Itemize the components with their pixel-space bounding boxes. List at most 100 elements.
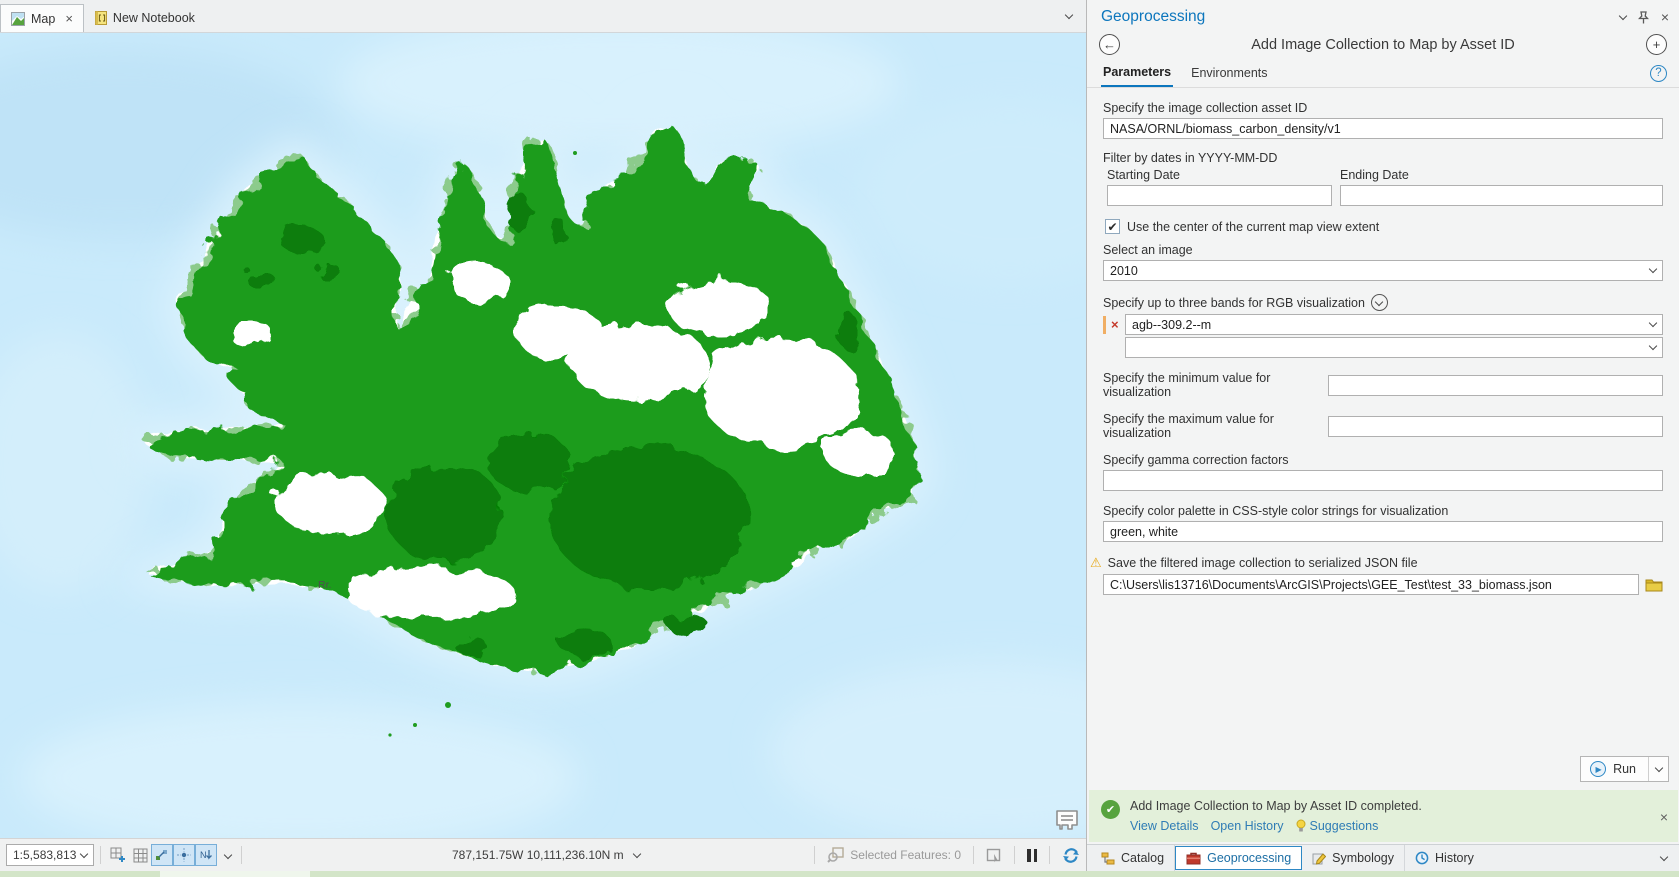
- history-label: History: [1435, 851, 1474, 865]
- palette-input[interactable]: green, white: [1103, 521, 1663, 542]
- tab-symbology[interactable]: Symbology: [1302, 845, 1406, 871]
- catalog-icon: [1101, 852, 1115, 864]
- view-tabbar: Map × New Notebook: [0, 0, 1086, 33]
- gamma-input[interactable]: [1103, 470, 1663, 491]
- scale-select[interactable]: 1:5,583,813: [6, 844, 94, 866]
- tab-environments[interactable]: Environments: [1189, 64, 1269, 86]
- play-icon: ▶: [1590, 761, 1607, 778]
- symbology-icon: [1312, 852, 1327, 865]
- panel-menu-chevron-icon[interactable]: [1618, 11, 1628, 20]
- json-path-input[interactable]: C:\Users\lis13716\Documents\ArcGIS\Proje…: [1103, 574, 1639, 595]
- back-arrow-icon[interactable]: ←: [1099, 34, 1120, 55]
- pin-icon[interactable]: [1637, 10, 1649, 24]
- tab-geoprocessing[interactable]: Geoprocessing: [1175, 846, 1303, 870]
- ending-date-label: Ending Date: [1340, 168, 1409, 182]
- map-statusbar: 1:5,583,813 N 787,151.75W 10,111,236.10N…: [0, 838, 1086, 871]
- tab-map[interactable]: Map ×: [0, 4, 84, 32]
- max-value-label: Specify the maximum value for visualizat…: [1103, 412, 1274, 440]
- tabbar-overflow-chevron-icon[interactable]: [1064, 10, 1074, 19]
- starting-date-input[interactable]: [1107, 185, 1332, 206]
- dropdown-chevron-icon: [1648, 318, 1658, 328]
- map-place-label: Rr.: [318, 579, 332, 591]
- band-row-2: [1103, 337, 1663, 358]
- bottom-tabs-chevron-icon[interactable]: [1659, 852, 1669, 861]
- grid-icon[interactable]: [129, 844, 151, 866]
- panel-title: Geoprocessing: [1101, 8, 1206, 25]
- panel-close-icon[interactable]: ×: [1661, 9, 1669, 25]
- message-close-icon[interactable]: ×: [1660, 809, 1668, 825]
- snapping-chevron-icon[interactable]: [223, 850, 233, 860]
- bands-label: Specify up to three bands for RGB visual…: [1103, 295, 1365, 310]
- taskbar-edge-strip: [0, 871, 1679, 877]
- asset-id-input[interactable]: NASA/ORNL/biomass_carbon_density/v1: [1103, 118, 1663, 139]
- select-image-label: Select an image: [1103, 243, 1193, 257]
- open-history-link[interactable]: Open History: [1211, 817, 1284, 836]
- tab-catalog[interactable]: Catalog: [1091, 845, 1176, 871]
- view-details-link[interactable]: View Details: [1130, 817, 1199, 836]
- warning-icon: ⚠: [1090, 555, 1102, 570]
- map-extent-checkbox[interactable]: ✔: [1105, 219, 1120, 234]
- divider: [1014, 846, 1015, 864]
- add-tool-icon[interactable]: +: [1646, 34, 1667, 55]
- map-canvas[interactable]: Rr.: [0, 33, 1086, 838]
- starting-date-label: Starting Date: [1107, 168, 1180, 182]
- divider: [814, 846, 816, 864]
- json-label: Save the filtered image collection to se…: [1107, 556, 1418, 570]
- tab-history[interactable]: History: [1405, 845, 1484, 871]
- min-value-input[interactable]: [1328, 374, 1663, 396]
- catalog-label: Catalog: [1121, 851, 1165, 865]
- pause-drawing-icon[interactable]: [1027, 848, 1037, 862]
- select-magnifier-icon: [827, 847, 844, 863]
- browse-folder-icon[interactable]: [1645, 577, 1663, 592]
- snapping-icon-3[interactable]: N: [195, 844, 217, 866]
- palette-label: Specify color palette in CSS-style color…: [1103, 504, 1449, 518]
- panel-header: Geoprocessing ×: [1087, 0, 1679, 30]
- band-1-dropdown[interactable]: agb--309.2--m: [1125, 314, 1663, 335]
- svg-text:N: N: [200, 850, 207, 860]
- band-2-dropdown[interactable]: [1125, 337, 1663, 358]
- coordinate-readout[interactable]: 787,151.75W 10,111,236.10N m: [452, 848, 641, 862]
- select-image-dropdown[interactable]: 2010: [1103, 260, 1663, 281]
- palette-value: green, white: [1110, 524, 1179, 539]
- divider: [241, 846, 242, 864]
- tab-parameters[interactable]: Parameters: [1101, 63, 1174, 87]
- band-drag-handle[interactable]: [1103, 315, 1106, 334]
- geoprocessing-toolbox-icon: [1186, 852, 1201, 864]
- dropdown-chevron-icon: [1648, 264, 1658, 274]
- map-tab-label: Map: [31, 11, 56, 26]
- run-options-chevron[interactable]: [1648, 757, 1668, 782]
- symbology-label: Symbology: [1332, 851, 1395, 865]
- tool-header: ← Add Image Collection to Map by Asset I…: [1087, 30, 1679, 57]
- snapping-icon-1[interactable]: [151, 844, 173, 866]
- remove-band-icon[interactable]: ×: [1111, 317, 1125, 332]
- max-value-input[interactable]: [1328, 415, 1663, 437]
- add-grid-icon[interactable]: [107, 844, 129, 866]
- help-icon[interactable]: ?: [1650, 64, 1667, 82]
- panel-bottom-tabs: Catalog Geoprocessing Symbology History: [1087, 844, 1679, 871]
- selection-box-icon[interactable]: [986, 848, 1002, 863]
- map-extent-label: Use the center of the current map view e…: [1127, 219, 1380, 234]
- tab-new-notebook[interactable]: New Notebook: [84, 4, 205, 32]
- coordinates-value: 787,151.75W 10,111,236.10N m: [452, 848, 624, 862]
- iceland-biomass-map: [0, 33, 1086, 838]
- suggestions-link[interactable]: Suggestions: [1296, 817, 1378, 836]
- run-button[interactable]: ▶ Run: [1581, 757, 1648, 781]
- bands-expand-icon[interactable]: [1370, 294, 1388, 311]
- run-split-button: ▶ Run: [1580, 756, 1669, 783]
- notebook-tab-label: New Notebook: [112, 11, 195, 25]
- tool-tabs: Parameters Environments ?: [1087, 57, 1679, 88]
- ending-date-input[interactable]: [1340, 185, 1663, 206]
- snapping-icon-2[interactable]: [173, 844, 195, 866]
- map-tab-close-icon[interactable]: ×: [65, 11, 73, 26]
- divider: [100, 846, 101, 864]
- scale-value: 1:5,583,813: [13, 848, 77, 862]
- asset-id-label: Specify the image collection asset ID: [1103, 101, 1308, 115]
- geoprocessing-label: Geoprocessing: [1207, 851, 1292, 865]
- divider: [973, 846, 974, 864]
- coords-chevron-icon: [632, 849, 641, 858]
- json-label-row: ⚠ Save the filtered image collection to …: [1090, 555, 1663, 571]
- refresh-icon[interactable]: [1062, 847, 1080, 864]
- success-check-icon: ✔: [1101, 800, 1120, 820]
- map-overview-icon[interactable]: [1054, 808, 1080, 832]
- notebook-icon: [94, 11, 107, 25]
